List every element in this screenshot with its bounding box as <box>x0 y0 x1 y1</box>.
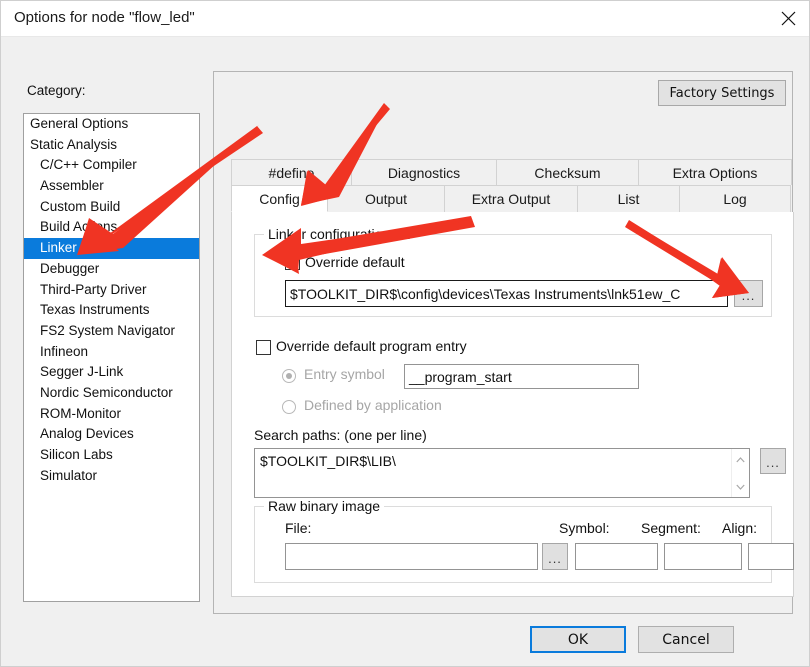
tab-log[interactable]: Log <box>679 185 791 212</box>
tab-strip: #define Diagnostics Checksum Extra Options … <box>231 159 794 212</box>
override-default-label: Override default <box>305 254 405 270</box>
override-default-checkbox[interactable] <box>285 255 300 270</box>
defined-by-application-radio[interactable] <box>282 400 296 414</box>
sidebar-item-linker[interactable]: Linker <box>24 238 199 259</box>
window-title: Options for node "flow_led" <box>14 9 195 26</box>
sidebar-item-custom-build[interactable]: Custom Build <box>24 197 199 218</box>
chevron-down-glyph <box>736 484 745 490</box>
sidebar-item-rom-monitor[interactable]: ROM-Monitor <box>24 404 199 425</box>
linker-config-group-title: Linker configuration file <box>264 226 416 242</box>
config-tab-page: Linker configuration file Override defau… <box>231 212 794 597</box>
tab-config[interactable]: Config <box>231 185 328 212</box>
tab-row-lower: Config Output Extra Output List Log <box>231 185 794 212</box>
tab-extra-output[interactable]: Extra Output <box>444 185 578 212</box>
raw-align-label: Align: <box>722 520 758 536</box>
raw-binary-group: Raw binary image File: Symbol: Segment: … <box>254 498 794 583</box>
scroll-up-icon[interactable] <box>732 451 749 468</box>
search-paths-value: $TOOLKIT_DIR$\LIB\ <box>260 453 396 469</box>
linker-config-group: Linker configuration file Override defau… <box>254 226 772 317</box>
config-file-browse-button[interactable]: ... <box>734 280 763 307</box>
search-paths-scrollbar[interactable] <box>731 449 749 497</box>
ok-button[interactable]: OK <box>530 626 626 653</box>
raw-file-input[interactable] <box>285 543 538 570</box>
sidebar-item-analog-devices[interactable]: Analog Devices <box>24 424 199 445</box>
cancel-button[interactable]: Cancel <box>638 626 734 653</box>
entry-symbol-label: Entry symbol <box>304 366 385 382</box>
entry-symbol-input[interactable]: __program_start <box>404 364 639 389</box>
search-paths-label: Search paths: (one per line) <box>254 427 427 443</box>
title-bar: Options for node "flow_led" <box>1 1 809 37</box>
scroll-down-icon[interactable] <box>732 478 749 495</box>
sidebar-item-silicon-labs[interactable]: Silicon Labs <box>24 445 199 466</box>
sidebar-item-static-analysis[interactable]: Static Analysis <box>24 135 199 156</box>
sidebar-item-assembler[interactable]: Assembler <box>24 176 199 197</box>
defined-by-application-label: Defined by application <box>304 397 442 413</box>
sidebar-item-infineon[interactable]: Infineon <box>24 342 199 363</box>
raw-file-label: File: <box>285 520 312 536</box>
search-paths-textarea[interactable]: $TOOLKIT_DIR$\LIB\ <box>254 448 750 498</box>
sidebar-item-third-party-driver[interactable]: Third-Party Driver <box>24 280 199 301</box>
sidebar-item-build-actions[interactable]: Build Actions <box>24 217 199 238</box>
raw-segment-label: Segment: <box>641 520 701 536</box>
factory-settings-button[interactable]: Factory Settings <box>658 80 786 106</box>
sidebar-item-general-options[interactable]: General Options <box>24 114 199 135</box>
entry-symbol-radio[interactable] <box>282 369 296 383</box>
raw-binary-group-title: Raw binary image <box>264 498 385 514</box>
sidebar-item-fs2-system-navigator[interactable]: FS2 System Navigator <box>24 321 199 342</box>
options-dialog: Options for node "flow_led" Category: Ge… <box>0 0 810 667</box>
raw-align-input[interactable] <box>748 543 794 570</box>
raw-symbol-label: Symbol: <box>559 520 610 536</box>
override-entry-label: Override default program entry <box>276 338 467 354</box>
sidebar-item-texas-instruments[interactable]: Texas Instruments <box>24 300 199 321</box>
search-paths-browse-button[interactable]: ... <box>760 448 786 474</box>
sidebar-item-debugger[interactable]: Debugger <box>24 259 199 280</box>
raw-symbol-input[interactable] <box>575 543 658 570</box>
close-icon[interactable] <box>765 1 809 36</box>
entry-symbol-radio-dot <box>286 373 292 379</box>
raw-file-browse-button[interactable]: ... <box>542 543 568 570</box>
tab-define[interactable]: #define <box>231 159 352 185</box>
config-file-input[interactable]: $TOOLKIT_DIR$\config\devices\Texas Instr… <box>285 280 728 307</box>
tab-extra-options[interactable]: Extra Options <box>638 159 792 185</box>
category-listbox[interactable]: General Options Static Analysis C/C++ Comp… <box>23 113 200 602</box>
sidebar-item-segger-j-link[interactable]: Segger J-Link <box>24 362 199 383</box>
sidebar-item-nordic-semiconductor[interactable]: Nordic Semiconductor <box>24 383 199 404</box>
sidebar-item-simulator[interactable]: Simulator <box>24 466 199 487</box>
close-glyph <box>781 11 795 26</box>
check-icon <box>287 257 298 267</box>
tab-checksum[interactable]: Checksum <box>496 159 639 185</box>
sidebar-item-c-c-compiler[interactable]: C/C++ Compiler <box>24 155 199 176</box>
tab-list[interactable]: List <box>577 185 680 212</box>
tab-row-upper: #define Diagnostics Checksum Extra Options <box>231 159 794 185</box>
chevron-up-glyph <box>736 456 745 462</box>
tab-diagnostics[interactable]: Diagnostics <box>351 159 497 185</box>
raw-segment-input[interactable] <box>664 543 742 570</box>
options-panel: Factory Settings #define Diagnostics Check… <box>213 71 794 614</box>
category-label: Category: <box>27 83 86 98</box>
tab-output[interactable]: Output <box>327 185 445 212</box>
override-entry-checkbox[interactable] <box>256 340 271 355</box>
